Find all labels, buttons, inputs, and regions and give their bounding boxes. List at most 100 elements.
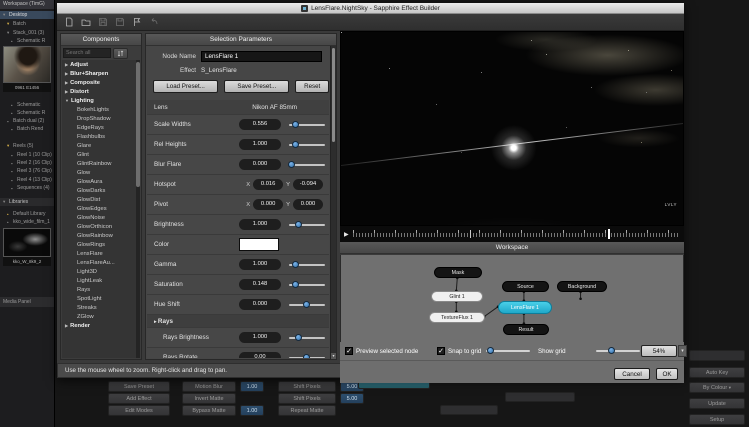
graph-node[interactable]: Glint 1: [431, 291, 483, 302]
media-tree-item[interactable]: Batch Rend: [0, 125, 54, 133]
component-item[interactable]: Adjust: [62, 60, 140, 69]
search-input[interactable]: [63, 48, 111, 58]
dialog-titlebar[interactable]: LensFlare.NightSky - Sapphire Effect Bui…: [57, 3, 684, 14]
reset-button[interactable]: Reset: [295, 80, 329, 93]
zoom-dropdown-icon[interactable]: ▾: [678, 345, 687, 357]
background-button[interactable]: Bypass Matte: [182, 405, 236, 416]
background-button[interactable]: Auto Key: [689, 367, 745, 378]
graph-node[interactable]: Source: [502, 281, 549, 292]
playhead[interactable]: [608, 229, 610, 239]
background-button[interactable]: By Colour: [689, 382, 745, 393]
slider-handle[interactable]: [303, 301, 310, 308]
media-tree-item[interactable]: Desktop: [0, 11, 54, 19]
graph-node[interactable]: Mask: [434, 267, 482, 278]
component-item[interactable]: Glow: [62, 168, 140, 177]
workspace-canvas[interactable]: Mask Glint 1 TextureFlux 1 Source LensFl…: [340, 255, 684, 342]
slider-handle[interactable]: [487, 347, 494, 354]
y-value-field[interactable]: -0.094: [293, 179, 323, 190]
ok-button[interactable]: OK: [656, 368, 678, 380]
component-item[interactable]: ZGlow: [62, 312, 140, 321]
component-item[interactable]: Composite: [62, 78, 140, 87]
component-item[interactable]: Flashbulbs: [62, 132, 140, 141]
open-folder-icon[interactable]: [81, 17, 91, 27]
media-tree-item[interactable]: Reel 4 (13 Clip): [0, 176, 54, 184]
media-tree-item[interactable]: Sequences (4): [0, 184, 54, 192]
background-button[interactable]: 1.00: [240, 405, 264, 416]
slider-handle[interactable]: [295, 334, 302, 341]
media-tree-item[interactable]: Stack_001 (3): [0, 29, 54, 37]
save-icon[interactable]: [98, 17, 108, 27]
media-tree-item[interactable]: Reel 3 (76 Clip): [0, 167, 54, 175]
component-item[interactable]: GlintRainbow: [62, 159, 140, 168]
component-item[interactable]: Rays: [62, 285, 140, 294]
components-scrollbar[interactable]: [136, 60, 140, 358]
slider-handle[interactable]: [292, 261, 299, 268]
slider-handle[interactable]: [288, 161, 295, 168]
background-button-blank[interactable]: [689, 350, 745, 361]
media-tree-item[interactable]: Batch dual (2): [0, 117, 54, 125]
new-document-icon[interactable]: [64, 17, 74, 27]
background-button[interactable]: Save Preset: [108, 381, 170, 392]
play-icon[interactable]: ▶: [340, 231, 353, 238]
component-item[interactable]: Render: [62, 321, 140, 330]
component-item[interactable]: SpotLight: [62, 294, 140, 303]
x-value-field[interactable]: 0.016: [253, 179, 283, 190]
slider-handle[interactable]: [292, 281, 299, 288]
save-as-icon[interactable]: [115, 17, 125, 27]
component-item[interactable]: Glare: [62, 141, 140, 150]
parameter-slider[interactable]: [289, 301, 325, 309]
graph-node[interactable]: TextureFlux 1: [429, 312, 485, 323]
background-button[interactable]: Invert Matte: [182, 393, 236, 404]
zoom-level-button[interactable]: 54%: [641, 345, 677, 357]
x-value-field[interactable]: 0.000: [253, 199, 283, 210]
component-item[interactable]: Glint: [62, 150, 140, 159]
graph-node[interactable]: LensFlare 1: [498, 301, 552, 314]
parameter-slider[interactable]: [289, 261, 325, 269]
parameters-scrollbar[interactable]: ▾: [330, 46, 336, 359]
zoom-slider[interactable]: [596, 347, 640, 355]
background-button-blank[interactable]: [440, 405, 498, 415]
component-item[interactable]: EdgeRays: [62, 123, 140, 132]
background-button[interactable]: Shift Pixels: [278, 393, 336, 404]
component-item[interactable]: GlowOrthicon: [62, 222, 140, 231]
parameter-slider[interactable]: [289, 281, 325, 289]
media-tree-item[interactable]: Default Library: [0, 210, 54, 218]
background-button[interactable]: Edit Modes: [108, 405, 170, 416]
grid-size-slider[interactable]: [486, 347, 530, 355]
parameter-value-field[interactable]: 1.000: [239, 139, 281, 150]
flag-icon[interactable]: [132, 17, 142, 27]
background-button-blank[interactable]: [505, 392, 575, 402]
component-item[interactable]: Distort: [62, 87, 140, 96]
background-button[interactable]: Setup: [689, 414, 745, 425]
component-item[interactable]: DropShadow: [62, 114, 140, 123]
preview-node-checkbox[interactable]: ✓: [345, 347, 353, 355]
background-button[interactable]: 1.00: [240, 381, 264, 392]
media-tree-item[interactable]: Schematic R: [0, 109, 54, 117]
graph-node[interactable]: Background: [557, 281, 607, 292]
slider-handle[interactable]: [295, 221, 302, 228]
parameter-value-field[interactable]: 1.000: [239, 219, 281, 230]
parameter-value-field[interactable]: 1.000: [239, 332, 281, 343]
preview-viewport[interactable]: LVLY: [340, 31, 684, 226]
snap-grid-checkbox[interactable]: ✓: [437, 347, 445, 355]
component-item[interactable]: GlowAura: [62, 177, 140, 186]
parameter-slider[interactable]: [289, 221, 325, 229]
component-item[interactable]: BokehLights: [62, 105, 140, 114]
slider-handle[interactable]: [608, 347, 615, 354]
parameter-value-field[interactable]: 1.000: [239, 259, 281, 270]
parameter-value-field[interactable]: 0.556: [239, 119, 281, 130]
media-tree-item[interactable]: Schematic: [0, 101, 54, 109]
parameter-value-field[interactable]: 0.000: [239, 299, 281, 310]
scroll-down-icon[interactable]: ▾: [331, 353, 336, 359]
load-preset-button[interactable]: Load Preset...: [153, 80, 218, 93]
media-panel-label[interactable]: Media Panel: [0, 297, 54, 307]
background-button[interactable]: Motion Blur: [182, 381, 236, 392]
parameter-value-field[interactable]: Nikon AF 85mm: [252, 102, 297, 113]
background-button[interactable]: 5.00: [340, 393, 364, 404]
cancel-button[interactable]: Cancel: [614, 368, 650, 380]
color-swatch[interactable]: [239, 238, 279, 251]
background-button[interactable]: Update: [689, 398, 745, 409]
media-tree-item[interactable]: Schematic R: [0, 37, 54, 45]
undo-arrow-icon[interactable]: [149, 17, 159, 27]
parameter-slider[interactable]: [289, 121, 325, 129]
